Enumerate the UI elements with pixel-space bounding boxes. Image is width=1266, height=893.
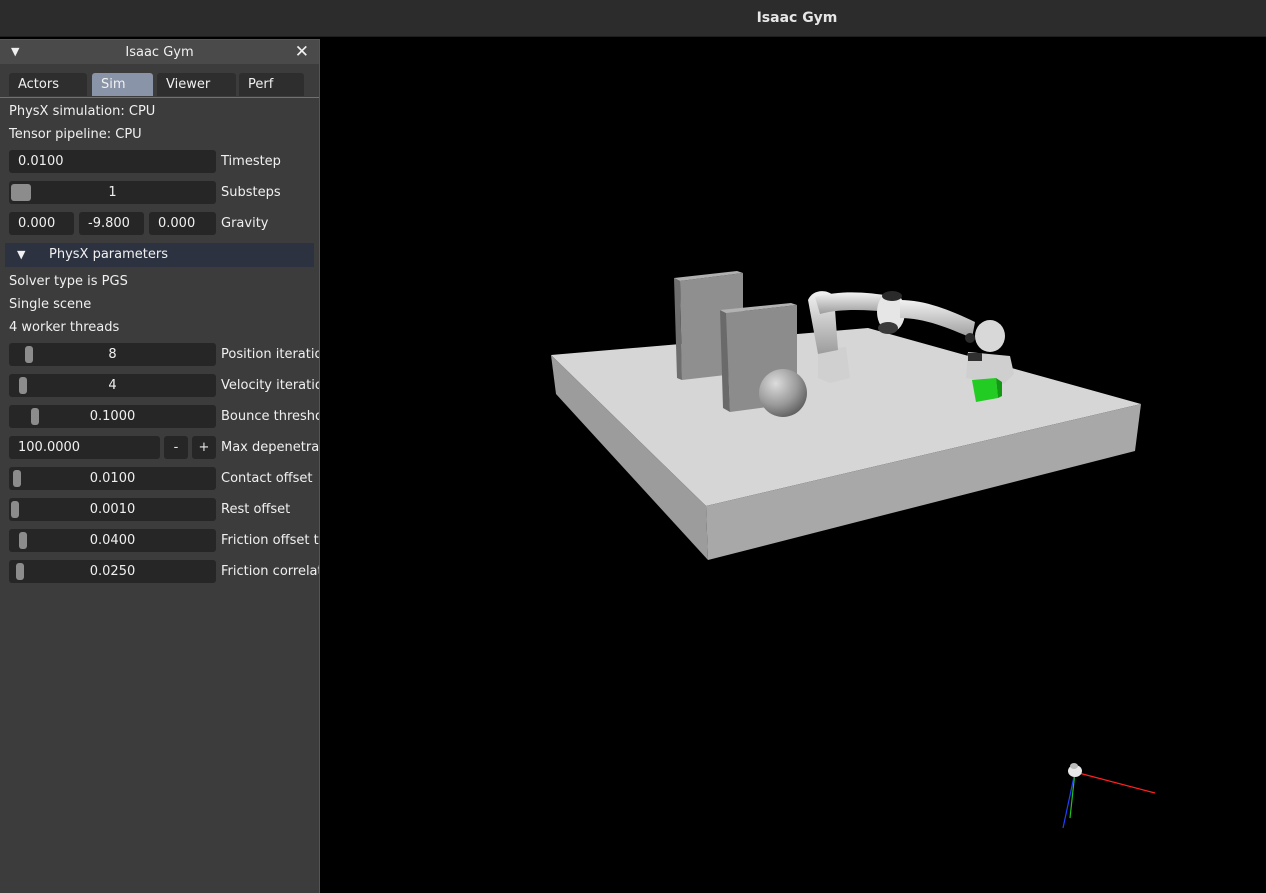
axis-x <box>1074 771 1156 794</box>
decrement-button[interactable]: - <box>164 436 188 459</box>
gravity-z-input[interactable]: 0.000 <box>149 212 216 235</box>
tab-perf[interactable]: Perf <box>239 73 304 96</box>
timestep-input[interactable]: 0.0100 <box>9 150 216 173</box>
robot-joint-cap <box>882 291 902 301</box>
increment-button[interactable]: + <box>192 436 216 459</box>
gravity-x-input[interactable]: 0.000 <box>9 212 74 235</box>
slider-grab[interactable] <box>19 377 27 394</box>
bounce-threshold-slider[interactable]: 0.1000 <box>9 405 216 428</box>
physx-simulation-text: PhysX simulation: CPU <box>9 104 156 119</box>
robot-joint-ring <box>878 322 898 334</box>
substeps-label: Substeps <box>221 185 281 200</box>
substeps-slider[interactable]: 1 <box>9 181 216 204</box>
robot-link-3 <box>900 300 975 338</box>
max-depenetration-input[interactable]: 100.0000 <box>9 436 160 459</box>
triangle-down-icon[interactable]: ▼ <box>11 45 19 58</box>
friction-correlation-value: 0.0250 <box>89 564 136 579</box>
panel-title: Isaac Gym <box>125 44 194 60</box>
substeps-value: 1 <box>108 185 117 200</box>
tab-bar: Actors Sim Viewer Perf <box>0 73 319 98</box>
slider-grab[interactable] <box>16 563 24 580</box>
gravity-label: Gravity <box>221 216 269 231</box>
worker-threads-text: 4 worker threads <box>9 320 120 335</box>
tensor-pipeline-text: Tensor pipeline: CPU <box>9 127 142 142</box>
physx-parameters-header[interactable]: ▼ PhysX parameters <box>5 243 314 267</box>
solver-type-text: Solver type is PGS <box>9 274 128 289</box>
slider-grab[interactable] <box>25 346 33 363</box>
robot-wrist-dot <box>965 333 975 343</box>
velocity-iterations-slider[interactable]: 4 <box>9 374 216 397</box>
section-title: PhysX parameters <box>49 247 168 262</box>
position-iterations-label: Position iteratio <box>221 347 320 362</box>
rest-offset-value: 0.0010 <box>89 502 136 517</box>
scene-render[interactable] <box>320 37 1266 892</box>
window-title: Isaac Gym <box>756 10 838 26</box>
slider-grab[interactable] <box>31 408 39 425</box>
sphere <box>759 369 807 417</box>
slider-grab[interactable] <box>11 184 31 201</box>
friction-offset-value: 0.0400 <box>89 533 136 548</box>
isaac-gym-panel: ▼ Isaac Gym ✕ Actors Sim Viewer Perf Phy… <box>0 39 320 893</box>
velocity-iterations-value: 4 <box>108 378 117 393</box>
velocity-iterations-label: Velocity iteratio <box>221 378 320 393</box>
contact-offset-value: 0.0100 <box>89 471 136 486</box>
robot-wrist <box>975 320 1005 352</box>
triangle-down-icon: ▼ <box>17 248 26 261</box>
close-icon[interactable]: ✕ <box>295 42 309 62</box>
3d-viewport[interactable] <box>320 37 1266 892</box>
axis-z <box>1062 771 1076 829</box>
window-titlebar: Isaac Gym <box>0 0 1266 37</box>
position-iterations-slider[interactable]: 8 <box>9 343 216 366</box>
robot-flange <box>968 353 982 361</box>
friction-offset-slider[interactable]: 0.0400 <box>9 529 216 552</box>
position-iterations-value: 8 <box>108 347 117 362</box>
friction-offset-label: Friction offset t <box>221 533 319 548</box>
bounce-threshold-value: 0.1000 <box>89 409 136 424</box>
contact-offset-slider[interactable]: 0.0100 <box>9 467 216 490</box>
axis-y <box>1069 771 1076 819</box>
axis-origin-top <box>1070 763 1078 769</box>
slider-grab[interactable] <box>13 470 21 487</box>
bounce-threshold-label: Bounce thresho <box>221 409 320 424</box>
panel-header[interactable]: ▼ Isaac Gym ✕ <box>0 40 319 64</box>
tab-viewer[interactable]: Viewer <box>157 73 236 96</box>
timestep-label: Timestep <box>221 154 281 169</box>
tab-sim[interactable]: Sim <box>92 73 153 96</box>
friction-correlation-slider[interactable]: 0.0250 <box>9 560 216 583</box>
slider-grab[interactable] <box>11 501 19 518</box>
scene-text: Single scene <box>9 297 92 312</box>
gravity-y-input[interactable]: -9.800 <box>79 212 144 235</box>
rest-offset-label: Rest offset <box>221 502 291 517</box>
max-depenetration-label: Max depenetrat <box>221 440 320 455</box>
rest-offset-slider[interactable]: 0.0010 <box>9 498 216 521</box>
green-cube <box>972 378 998 402</box>
contact-offset-label: Contact offset <box>221 471 313 486</box>
tab-actors[interactable]: Actors <box>9 73 87 96</box>
slider-grab[interactable] <box>19 532 27 549</box>
friction-correlation-label: Friction correlat <box>221 564 320 579</box>
